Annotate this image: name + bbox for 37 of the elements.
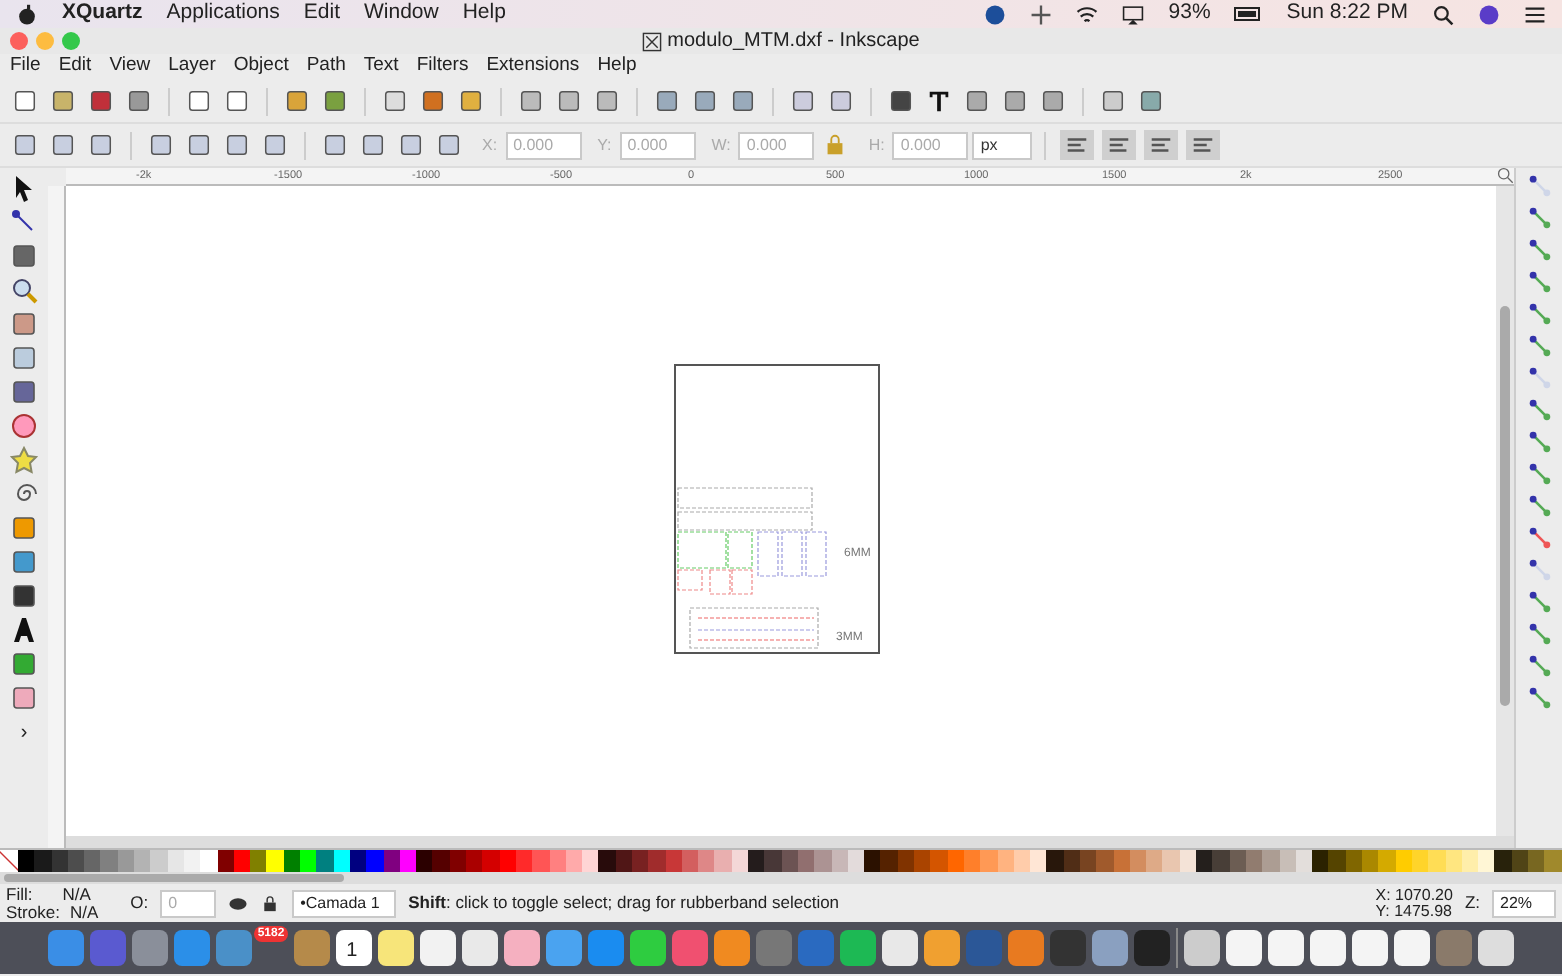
clock[interactable]: Sun 8:22 PM bbox=[1286, 0, 1408, 30]
menu-item[interactable]: Help bbox=[462, 0, 506, 30]
zoom-field[interactable]: 22% bbox=[1492, 889, 1556, 917]
more-tools-button[interactable]: › bbox=[20, 718, 28, 748]
calendar-day: 1 bbox=[346, 936, 358, 966]
cursor-x: X: 1070.20 bbox=[1375, 887, 1453, 903]
calendar-icon[interactable]: 1 bbox=[336, 930, 373, 966]
stroke-value: N/A bbox=[69, 903, 99, 920]
opacity-label: O: bbox=[130, 890, 149, 916]
field-label: H: bbox=[868, 133, 885, 157]
menu-item[interactable]: Edit bbox=[58, 52, 92, 82]
menu-item[interactable]: Filters bbox=[416, 52, 469, 82]
menu-item[interactable]: View bbox=[109, 52, 151, 82]
menu-item[interactable]: Text bbox=[363, 52, 399, 82]
unit-dropdown[interactable]: px bbox=[972, 131, 1033, 159]
stroke-label: Stroke: bbox=[6, 903, 60, 920]
cursor-y: Y: 1475.98 bbox=[1375, 903, 1453, 919]
menu-item[interactable]: Help bbox=[597, 52, 637, 82]
layer-dropdown[interactable]: •Camada 1 bbox=[292, 889, 397, 917]
menu-item[interactable]: Edit bbox=[303, 0, 340, 30]
field-label: W: bbox=[711, 133, 731, 157]
fill-label: Fill: bbox=[6, 886, 33, 903]
menu-item[interactable]: Extensions bbox=[486, 52, 580, 82]
menu-item[interactable]: Layer bbox=[168, 52, 216, 82]
field-label: X: bbox=[482, 133, 498, 157]
window-title: modulo_MTM.dxf - Inkscape bbox=[667, 28, 920, 56]
status-message: Shift: click to toggle select; drag for rubberband selection bbox=[408, 890, 840, 916]
field-label: Y: bbox=[597, 133, 612, 157]
battery-percent: 93% bbox=[1168, 0, 1211, 29]
menu-item[interactable]: Window bbox=[363, 0, 439, 30]
menu-item[interactable]: File bbox=[10, 52, 41, 82]
menu-item[interactable]: Object bbox=[233, 52, 289, 82]
app-menu[interactable]: XQuartz bbox=[62, 0, 143, 30]
menu-item[interactable]: Path bbox=[306, 52, 346, 82]
zoom-label: Z: bbox=[1464, 890, 1480, 916]
menu-item[interactable]: Applications bbox=[166, 0, 280, 30]
fill-value: N/A bbox=[62, 886, 91, 903]
